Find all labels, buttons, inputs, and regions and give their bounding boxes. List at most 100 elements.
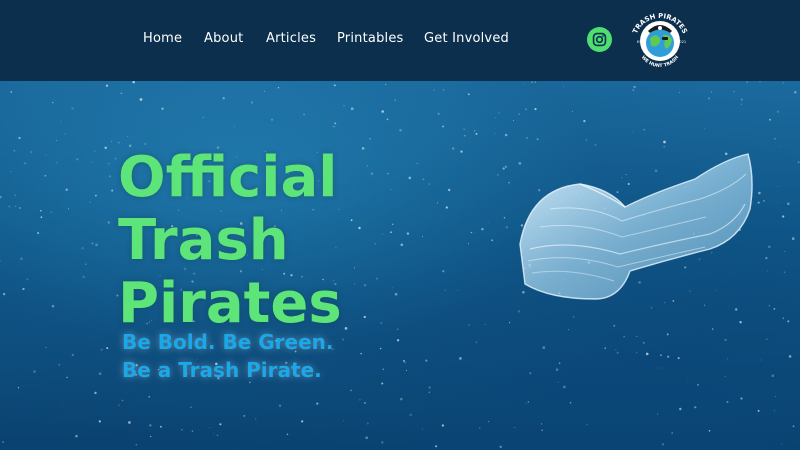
particle [504,165,508,168]
particle [783,271,786,273]
particle [98,420,101,423]
particle [499,445,502,449]
particle [497,174,499,176]
particle [14,194,17,197]
particle [403,359,405,362]
particle [707,97,711,100]
particle [100,348,104,352]
particle [354,283,355,285]
particle [642,341,645,344]
hero-title-line: Trash [118,208,289,273]
particle [350,107,354,111]
particle [408,176,412,180]
particle [518,113,521,115]
particle [380,441,384,444]
particle [255,418,257,420]
particle [711,328,714,330]
particle [81,247,84,250]
particle [517,310,521,313]
particle [95,194,97,197]
particle [303,113,306,116]
particle [687,378,689,380]
particle [381,110,385,113]
hero-section: Official Trash Pirates Be Bold. Be Green… [0,81,800,450]
particle [632,89,635,91]
particle [316,402,319,405]
particle [416,163,418,164]
particle [677,357,680,360]
particle [766,338,768,340]
particle [45,154,47,156]
particle [98,372,102,376]
particle [33,370,36,373]
particle [442,89,445,91]
particle [56,162,58,164]
particle [531,81,533,83]
particle [679,407,682,411]
particle [75,434,78,438]
particle [437,112,440,115]
particle [40,216,43,219]
particle [777,201,779,203]
particle [534,108,537,111]
particle [107,221,110,224]
particle [366,165,368,167]
nav-home-link[interactable]: Home [143,31,182,46]
particle [360,352,362,355]
particle [659,354,662,357]
particle [40,210,42,212]
particle [107,162,110,165]
particle [333,84,336,87]
particle [66,376,68,379]
particle [512,120,515,122]
particle [527,401,529,403]
particle [708,430,711,432]
hero-tagline: Be Bold. Be Green. Be a Trash Pirate. [122,328,334,384]
particle [382,368,385,370]
particle [277,87,280,89]
particle [645,352,649,356]
particle [776,110,780,113]
instagram-button[interactable] [587,27,612,52]
particle [763,200,765,202]
particle [121,399,124,402]
site-logo[interactable]: TRASH PIRATES WE HUNT TRASH EST. 2021 [626,7,694,75]
nav-get-involved-link[interactable]: Get Involved [424,31,509,46]
particle [616,351,619,354]
particle [422,428,423,430]
particle [786,202,790,206]
particle [104,146,107,149]
particle [394,99,396,101]
particle [428,386,431,389]
particle [55,140,57,142]
hero-title: Official Trash Pirates [118,146,342,335]
nav-printables-link[interactable]: Printables [337,31,404,46]
particle [8,205,11,208]
particle [126,135,129,138]
particle [50,211,52,213]
particle [159,425,162,428]
particle [376,277,379,280]
particle [421,236,424,238]
particle [374,242,377,245]
particle [536,138,539,141]
particle [663,140,666,144]
particle [110,140,113,142]
nav-articles-link[interactable]: Articles [266,31,316,46]
particle [534,81,536,83]
particle [491,239,494,242]
particle [679,92,681,93]
particle [37,232,40,235]
nav-about-link[interactable]: About [204,31,243,46]
particle [71,107,74,110]
particle [447,188,451,192]
particle [396,339,400,342]
particle [219,423,222,426]
particle [663,146,665,148]
particle [391,223,394,226]
particle [399,129,402,132]
particle [773,410,776,412]
particle [572,316,575,318]
particle [394,292,398,296]
particle [757,409,760,412]
